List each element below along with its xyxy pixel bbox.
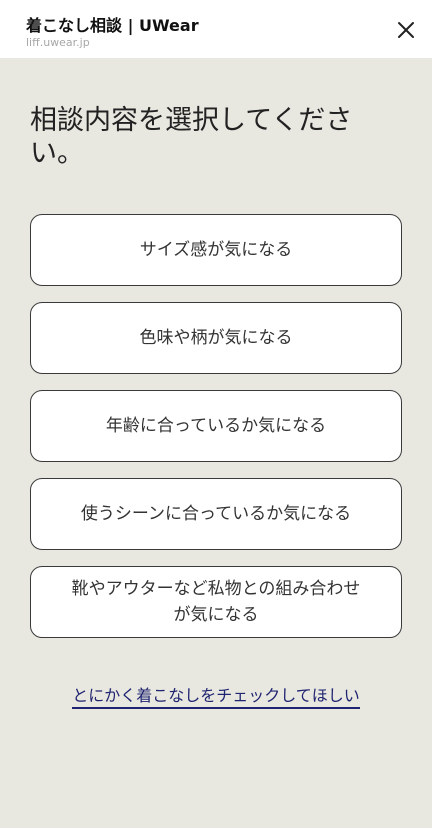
header-bar: 着こなし相談 | UWear liff.uwear.jp	[0, 0, 432, 58]
page-title: 相談内容を選択してください。	[30, 105, 353, 169]
close-icon	[398, 22, 414, 38]
check-outfit-link[interactable]: とにかく着こなしをチェックしてほしい	[72, 686, 360, 709]
main-content: 相談内容を選択してください。 サイズ感が気になる 色味や柄が気になる 年齢に合っ…	[0, 58, 432, 828]
option-age[interactable]: 年齢に合っているか気になる	[30, 390, 402, 462]
option-size[interactable]: サイズ感が気になる	[30, 214, 402, 286]
header-url: liff.uwear.jp	[26, 36, 90, 49]
option-label: 年齢に合っているか気になる	[105, 416, 327, 436]
option-color-pattern[interactable]: 色味や柄が気になる	[30, 302, 402, 374]
option-scene[interactable]: 使うシーンに合っているか気になる	[30, 478, 402, 550]
option-combination[interactable]: 靴やアウターなど私物との組み合わせが気になる	[30, 566, 402, 638]
close-button[interactable]	[390, 14, 422, 46]
check-link-container: とにかく着こなしをチェックしてほしい	[0, 682, 432, 709]
option-label: サイズ感が気になる	[139, 240, 293, 260]
option-label: 靴やアウターなど私物との組み合わせが気になる	[71, 579, 361, 625]
option-label: 使うシーンに合っているか気になる	[80, 504, 352, 524]
header-title: 着こなし相談 | UWear	[26, 16, 199, 35]
option-label: 色味や柄が気になる	[139, 328, 293, 348]
